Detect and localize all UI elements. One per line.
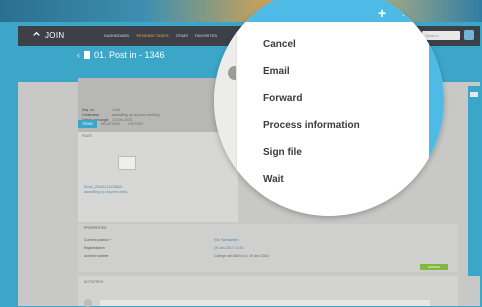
file-thumbnail[interactable] [118,156,136,170]
property-row: Archive number College van B&W d.d. 19 de… [84,254,269,258]
menu-item-email[interactable]: Email [263,66,290,77]
property-row: Rappeldatum 29-Jan-2017 13:30 [84,246,244,250]
meta-row: Onderwerp aanvulling op nog een melding [82,113,160,117]
activities-header: ACTIVITIES [84,280,104,284]
menu-item-process-information[interactable]: Process information [263,120,360,131]
main-nav: DASHBOARD PENDING TASKS ITEMS FAVORITES [104,33,223,38]
magnifier-lens: + ... Cancel Email Forward Process infor… [214,0,444,216]
app-logo[interactable]: JOIN [32,30,64,40]
handle-button[interactable]: HANDLE [420,264,448,270]
plus-icon[interactable]: + [378,6,386,20]
current-position-link[interactable]: Erik Vanhaeken [214,238,238,242]
back-button[interactable]: ‹ [77,50,80,60]
logo-text: JOIN [45,31,65,40]
document-icon [84,51,90,59]
menu-item-sign-file[interactable]: Sign file [263,147,302,158]
rail-widget [470,92,478,97]
activities-panel: ACTIVITIES [78,276,458,307]
comment-input[interactable] [100,300,430,306]
detail-tabs: ITEMS RELATIONS HISTORY [78,120,148,128]
properties-panel: PROPERTIES Current position * Erik Vanhae… [78,224,458,272]
page-title-text: 01. Post in - 1346 [94,50,165,60]
page-title: ‹ 01. Post in - 1346 [77,50,165,60]
meta-row: Seq. no. 1346 [82,108,120,112]
nav-dashboard[interactable]: DASHBOARD [104,33,129,38]
menu-item-cancel[interactable]: Cancel [263,39,296,50]
menu-item-wait[interactable]: Wait [263,174,284,185]
logo-icon [32,31,41,36]
nav-items[interactable]: ITEMS [176,33,188,38]
more-icon[interactable]: ... [402,9,413,19]
right-rail [468,86,480,276]
nav-pending-tasks[interactable]: PENDING TASKS [136,33,168,38]
lens-left-area [214,22,236,216]
tab-relations[interactable]: RELATIONS [97,120,125,128]
files-header: FILES [82,134,92,138]
actions-dropdown: Cancel Email Forward Process information… [236,22,429,202]
property-row: Current position * Erik Vanhaeken [84,238,239,242]
properties-header: PROPERTIES [84,226,107,230]
file-link[interactable]: Email_20161214125840... aanvulling op nog… [84,185,130,195]
avatar[interactable] [464,30,474,40]
lens-right-area [428,22,444,216]
tab-items[interactable]: ITEMS [78,120,97,128]
menu-item-forward[interactable]: Forward [263,93,302,104]
tab-history[interactable]: HISTORY [124,120,147,128]
